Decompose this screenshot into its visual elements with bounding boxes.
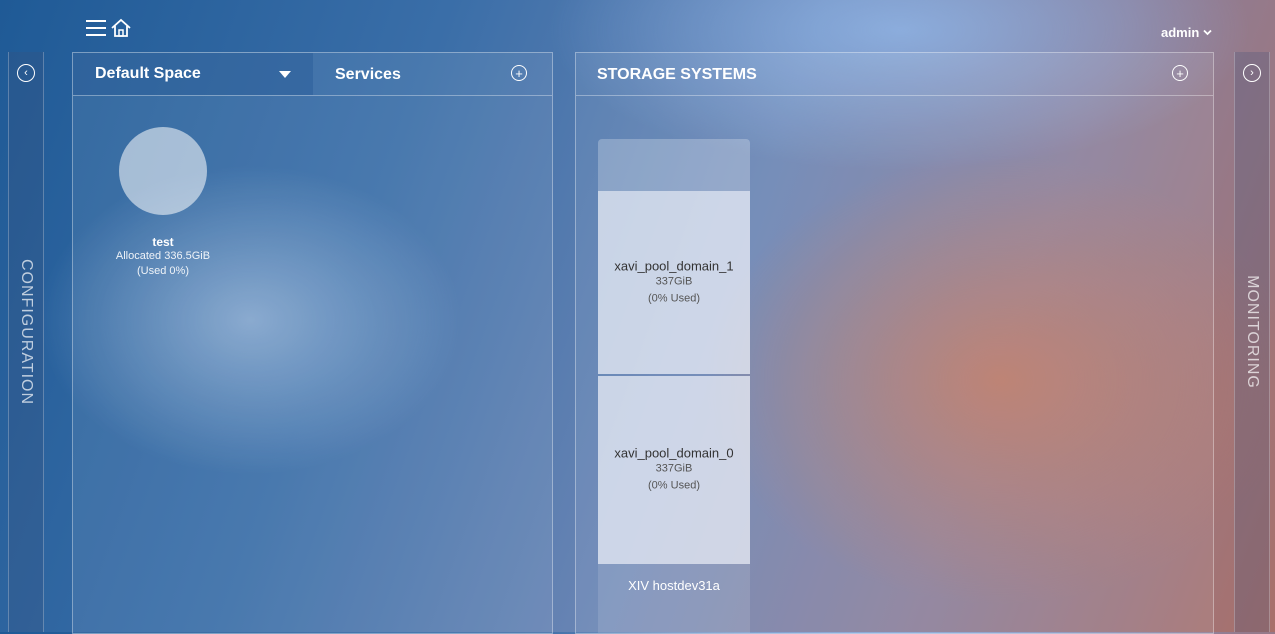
caret-down-icon	[279, 71, 291, 78]
pool-size: 337GiB	[655, 462, 693, 475]
storage-system-name-bar: XIV hostdev31a	[598, 564, 750, 633]
user-name: admin	[1161, 25, 1200, 40]
service-used: (Used 0%)	[137, 265, 189, 277]
monitoring-label: MONITORING	[1244, 275, 1261, 389]
storage-system-name: XIV hostdev31a	[628, 578, 720, 593]
chevron-left-circle-icon[interactable]: ‹	[17, 64, 35, 82]
chevron-down-icon	[1203, 29, 1212, 36]
top-bar: admin	[0, 0, 1275, 50]
pool-name: xavi_pool_domain_0	[614, 445, 734, 461]
user-menu[interactable]: admin	[1161, 25, 1212, 40]
service-bubble	[119, 127, 207, 215]
pool-used: (0% Used)	[648, 292, 700, 304]
add-storage-system-button[interactable]: +	[1172, 65, 1188, 81]
menu-icon[interactable]	[86, 20, 106, 36]
tab-services[interactable]: Services	[335, 66, 401, 84]
service-allocated: Allocated 336.5GiB	[115, 250, 211, 262]
storage-panel-header: STORAGE SYSTEMS +	[576, 53, 1213, 96]
configuration-label: CONFIGURATION	[18, 258, 35, 406]
storage-systems-title: STORAGE SYSTEMS	[597, 66, 757, 83]
pool-card[interactable]: xavi_pool_domain_1 337GiB (0% Used)	[598, 191, 750, 374]
pool-size: 337GiB	[655, 275, 693, 287]
storage-system-header	[598, 139, 750, 191]
home-icon[interactable]	[110, 17, 132, 39]
configuration-rail[interactable]: ‹ CONFIGURATION	[8, 52, 44, 632]
pool-card[interactable]: xavi_pool_domain_0 337GiB (0% Used)	[598, 376, 750, 564]
service-card[interactable]: test Allocated 336.5GiB (Used 0%)	[93, 127, 233, 279]
chevron-right-circle-icon[interactable]: ›	[1243, 64, 1261, 82]
add-service-button[interactable]: +	[511, 65, 527, 81]
services-panel: Default Space Services + test Allocated …	[72, 52, 553, 634]
space-selector[interactable]: Default Space	[73, 53, 313, 95]
storage-system-card[interactable]: xavi_pool_domain_1 337GiB (0% Used) xavi…	[598, 139, 750, 633]
service-name: test	[152, 235, 174, 249]
pool-used: (0% Used)	[648, 479, 700, 492]
space-selector-label: Default Space	[95, 65, 201, 82]
services-panel-header: Default Space Services +	[73, 53, 552, 96]
storage-systems-panel: STORAGE SYSTEMS + xavi_pool_domain_1 337…	[575, 52, 1214, 634]
monitoring-rail[interactable]: › MONITORING	[1234, 52, 1270, 632]
pool-name: xavi_pool_domain_1	[614, 258, 734, 273]
